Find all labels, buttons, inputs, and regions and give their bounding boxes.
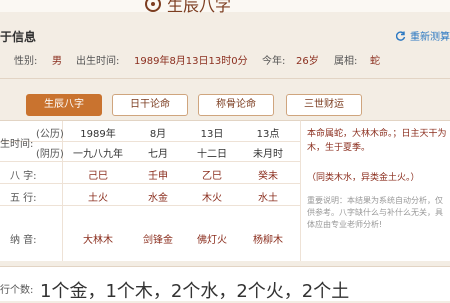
zodiac-value: 蛇 [370, 56, 380, 67]
wuxing-hour: 水土 [258, 193, 278, 204]
bazi-hour: 癸未 [258, 171, 278, 182]
gender-label: 性别: [14, 56, 38, 67]
logo-text: 生辰八字 [167, 0, 232, 15]
gregorian-label: (公历) [36, 129, 64, 140]
bazi-chart: 生时间: (公历) (阴历) 1989年 8月 13日 13点 一九八九年 七月… [0, 120, 300, 261]
gender-value: 男 [52, 56, 62, 67]
age-label: 今年: [262, 56, 286, 67]
nayin-label: 纳 音: [10, 235, 37, 246]
row-divider [0, 141, 300, 142]
tab-rigan[interactable]: 日干论命 [112, 94, 188, 116]
gregorian-year: 1989年 [80, 129, 116, 140]
logo-emblem-icon [145, 0, 161, 12]
bazi-day: 乙巳 [202, 171, 222, 182]
birth-time-value: 1989年8月13日13时0分 [134, 56, 248, 67]
wuxing-label: 五 行: [10, 193, 37, 204]
lunar-day: 十二日 [197, 149, 227, 160]
zodiac-label: 属相: [334, 56, 358, 67]
section-title: 于信息 [0, 30, 37, 44]
reset-label: 重新测算 [410, 32, 450, 43]
tab-bazi[interactable]: 生辰八字 [26, 94, 102, 116]
summary-value: 1个金，1个木，2个水，2个火，2个土 [40, 281, 350, 302]
disclaimer-note: 重要说明：本结果为系统自动分析，仅供参考。八字缺什么与补什么无关，具体应由专业老… [307, 196, 443, 229]
top-bar: 生辰八字 [0, 0, 450, 15]
gregorian-day: 13日 [200, 129, 224, 140]
gregorian-hour: 13点 [256, 129, 280, 140]
reset-button[interactable]: 重新测算 [396, 28, 450, 43]
logo: 生辰八字 [145, 0, 231, 16]
analysis-text: 本命属蛇，大林木命。；日主天干为木，生于夏季。 [307, 129, 447, 153]
tab-chenggu[interactable]: 称骨论命 [198, 94, 274, 116]
analysis-subtext: （同类木水，异类金土火。） [307, 173, 420, 183]
bazi-label: 八 字: [10, 171, 37, 182]
wuxing-day: 木火 [202, 193, 222, 204]
row-divider [0, 161, 300, 162]
summary-bar: 行个数: 1个金，1个木，2个水，2个火，2个土 [0, 266, 450, 302]
lunar-year: 一九八九年 [73, 149, 123, 160]
lunar-month: 七月 [148, 149, 168, 160]
birth-label: 生时间: [0, 139, 34, 150]
tab-bar: 生辰八字 日干论命 称骨论命 三世财运 [0, 94, 450, 116]
gregorian-month: 8月 [149, 129, 167, 140]
refresh-icon [396, 30, 406, 41]
tab-sanshi[interactable]: 三世财运 [286, 94, 362, 116]
birth-time-label: 出生时间: [76, 56, 120, 67]
bazi-year: 己巳 [88, 171, 108, 182]
age-value: 26岁 [296, 56, 319, 67]
nayin-month: 剑锋金 [143, 235, 173, 246]
analysis-panel: 本命属蛇，大林木命。；日主天干为木，生于夏季。 （同类木水，异类金土火。） 重要… [300, 120, 450, 261]
lunar-label: (阴历) [36, 149, 64, 160]
lunar-hour: 未月时 [253, 149, 283, 160]
row-divider [0, 183, 300, 184]
nayin-year: 大林木 [83, 235, 113, 246]
wuxing-month: 水金 [148, 193, 168, 204]
column-divider [62, 121, 63, 261]
nayin-day: 佛灯火 [197, 235, 227, 246]
nayin-hour: 杨柳木 [253, 235, 283, 246]
bazi-month: 壬申 [148, 171, 168, 182]
summary-label: 行个数: [0, 285, 34, 296]
divider [0, 78, 450, 79]
row-divider [0, 205, 300, 206]
wuxing-year: 土火 [88, 193, 108, 204]
